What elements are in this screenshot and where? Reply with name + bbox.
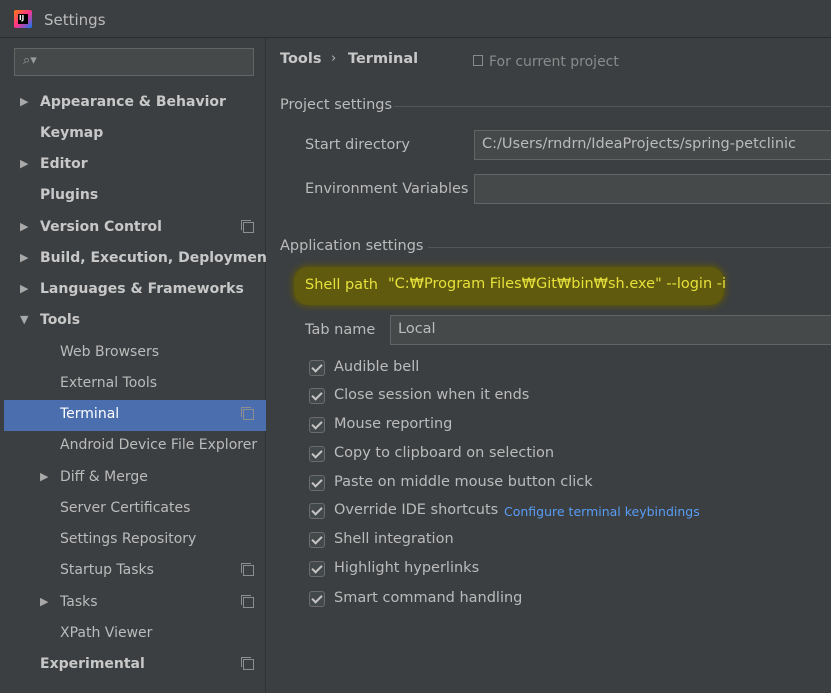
expand-arrow-icon[interactable]: ▶ (20, 282, 28, 295)
tab-name-field[interactable]: Local (390, 315, 831, 345)
start-directory-label: Start directory (305, 137, 410, 153)
sidebar-item-startup-tasks[interactable]: Startup Tasks (4, 556, 266, 587)
sidebar-item-settings-repository[interactable]: Settings Repository (4, 525, 266, 556)
section-divider (428, 247, 831, 248)
search-input[interactable] (43, 51, 247, 75)
section-divider (394, 106, 831, 107)
expand-arrow-icon[interactable]: ▶ (20, 251, 28, 264)
settings-sidebar: ⌕▾ ▶ Appearance & Behavior Keymap ▶ Edit… (4, 38, 274, 693)
close-session-checkbox[interactable] (309, 388, 325, 404)
start-directory-field[interactable]: C:/Users/rndrn/IdeaProjects/spring-petcl… (474, 130, 831, 160)
title-bar: IJ Settings (0, 0, 831, 38)
project-scope-icon (241, 657, 254, 670)
project-scope-icon (241, 595, 254, 608)
override-ide-shortcuts-checkbox-row[interactable]: Override IDE shortcuts Configure termina… (309, 502, 729, 525)
expand-arrow-icon[interactable]: ▶ (40, 595, 48, 608)
copy-to-clipboard-checkbox[interactable] (309, 446, 325, 462)
sidebar-item-diff-merge[interactable]: ▶ Diff & Merge (4, 463, 266, 494)
expand-arrow-icon[interactable]: ▶ (40, 470, 48, 483)
scope-indicator: For current project (473, 54, 619, 70)
project-scope-icon (241, 407, 254, 420)
project-scope-icon (473, 55, 483, 66)
window-title: Settings (44, 11, 106, 29)
intellij-logo-icon: IJ (14, 10, 32, 28)
application-settings-title: Application settings (280, 238, 424, 254)
mouse-reporting-checkbox[interactable] (309, 417, 325, 433)
breadcrumb-terminal: Terminal (348, 51, 419, 67)
breadcrumb-separator: › (331, 51, 337, 66)
shell-path-field[interactable]: "C:₩Program Files₩Git₩bin₩sh.exe" --logi… (388, 274, 726, 300)
paste-middle-click-checkbox[interactable] (309, 475, 325, 491)
sidebar-item-keymap[interactable]: Keymap (4, 119, 266, 150)
sidebar-item-tasks[interactable]: ▶ Tasks (4, 588, 266, 619)
sidebar-item-build-execution-deployment[interactable]: ▶ Build, Execution, Deployment (4, 244, 274, 275)
project-scope-icon (241, 563, 254, 576)
project-settings-title: Project settings (280, 97, 393, 113)
shell-path-label: Shell path (305, 277, 378, 293)
sidebar-item-languages-frameworks[interactable]: ▶ Languages & Frameworks (4, 275, 266, 306)
sidebar-item-plugins[interactable]: Plugins (4, 181, 266, 212)
sidebar-item-external-tools[interactable]: External Tools (4, 369, 266, 400)
project-scope-icon (241, 220, 254, 233)
configure-terminal-keybindings-link[interactable]: Configure terminal keybindings (504, 504, 700, 519)
sidebar-item-terminal[interactable]: Terminal (4, 400, 266, 431)
tab-name-label: Tab name (305, 322, 376, 338)
sidebar-item-appearance-behavior[interactable]: ▶ Appearance & Behavior (4, 88, 266, 119)
search-box[interactable]: ⌕▾ (14, 48, 254, 76)
environment-variables-field[interactable] (474, 174, 831, 204)
sidebar-item-version-control[interactable]: ▶ Version Control (4, 213, 266, 244)
audible-bell-checkbox[interactable] (309, 360, 325, 376)
override-ide-shortcuts-checkbox[interactable] (309, 503, 325, 519)
sidebar-item-android-device-file-explorer[interactable]: Android Device File Explorer (4, 431, 266, 462)
expand-arrow-icon[interactable]: ▶ (20, 95, 28, 108)
environment-variables-label: Environment Variables (305, 181, 469, 197)
search-icon: ⌕▾ (23, 53, 37, 68)
highlight-hyperlinks-checkbox[interactable] (309, 561, 325, 577)
sidebar-item-editor[interactable]: ▶ Editor (4, 150, 266, 181)
sidebar-item-xpath-viewer[interactable]: XPath Viewer (4, 619, 266, 650)
smart-command-handling-checkbox[interactable] (309, 591, 325, 607)
expand-arrow-icon[interactable]: ▶ (20, 157, 28, 170)
sidebar-item-web-browsers[interactable]: Web Browsers (4, 338, 266, 369)
breadcrumb-tools[interactable]: Tools (280, 51, 322, 67)
sidebar-item-server-certificates[interactable]: Server Certificates (4, 494, 266, 525)
settings-content: Tools › Terminal For current project Pro… (266, 38, 831, 693)
shell-integration-checkbox[interactable] (309, 532, 325, 548)
expand-arrow-icon[interactable]: ▶ (20, 220, 28, 233)
collapse-arrow-icon[interactable]: ▼ (20, 313, 28, 326)
sidebar-item-experimental[interactable]: Experimental (4, 650, 266, 681)
sidebar-item-tools[interactable]: ▼ Tools (4, 306, 266, 337)
